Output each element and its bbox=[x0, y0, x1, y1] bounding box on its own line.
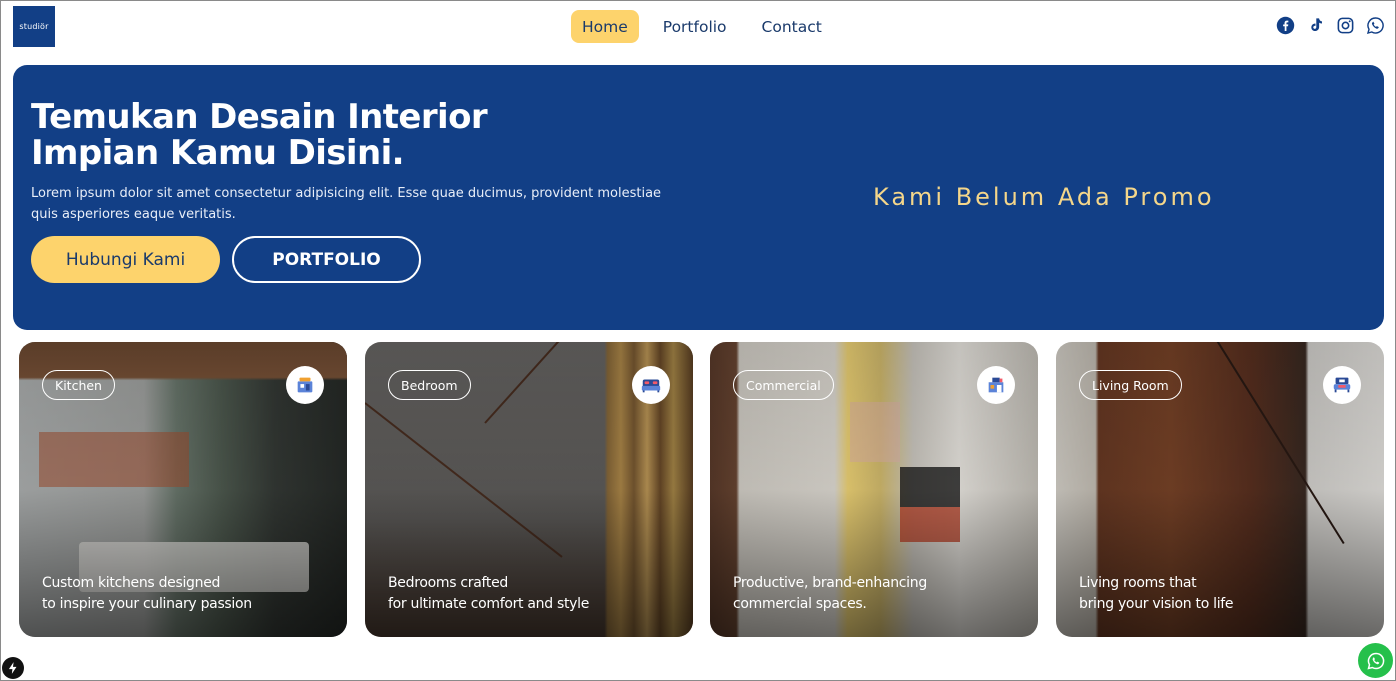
instagram-icon[interactable] bbox=[1336, 16, 1355, 35]
tiktok-icon[interactable] bbox=[1306, 16, 1325, 35]
site-header: studiör Home Portfolio Contact bbox=[1, 1, 1396, 53]
brand-logo[interactable]: studiör bbox=[13, 6, 55, 47]
whatsapp-float-button[interactable] bbox=[1358, 643, 1393, 678]
kitchen-icon bbox=[286, 366, 324, 404]
hero-title-line-2: Impian Kamu Disini. bbox=[31, 133, 405, 173]
tag-living-room[interactable]: Living Room bbox=[1079, 370, 1182, 400]
card-caption: Productive, brand-enhancing commercial s… bbox=[733, 573, 1023, 615]
bed-icon bbox=[632, 366, 670, 404]
portfolio-button[interactable]: PORTFOLIO bbox=[232, 236, 421, 283]
tag-bedroom[interactable]: Bedroom bbox=[388, 370, 471, 400]
category-card-bedroom[interactable]: Bedroom Bedrooms crafted for ultimate co… bbox=[365, 342, 693, 637]
store-icon bbox=[977, 366, 1015, 404]
tag-commercial[interactable]: Commercial bbox=[733, 370, 834, 400]
tag-kitchen[interactable]: Kitchen bbox=[42, 370, 115, 400]
caption-line-2: bring your vision to life bbox=[1079, 596, 1234, 612]
category-card-kitchen[interactable]: Kitchen Custom kitchens designed to insp… bbox=[19, 342, 347, 637]
logo-text: studiör bbox=[19, 22, 49, 31]
nav-contact[interactable]: Contact bbox=[751, 10, 833, 43]
whatsapp-icon bbox=[1366, 652, 1384, 670]
hero-description: Lorem ipsum dolor sit amet consectetur a… bbox=[31, 186, 662, 222]
nav-home[interactable]: Home bbox=[571, 10, 639, 43]
card-caption: Bedrooms crafted for ultimate comfort an… bbox=[388, 573, 678, 615]
whatsapp-icon[interactable] bbox=[1366, 16, 1385, 35]
caption-line-2: commercial spaces. bbox=[733, 596, 867, 612]
nav-portfolio[interactable]: Portfolio bbox=[652, 10, 738, 43]
card-caption: Living rooms that bring your vision to l… bbox=[1079, 573, 1369, 615]
main-nav: Home Portfolio Contact bbox=[571, 10, 846, 43]
caption-line-1: Bedrooms crafted bbox=[388, 575, 508, 591]
hero-title: Temukan Desain Interior Impian Kamu Disi… bbox=[31, 99, 591, 171]
sofa-icon bbox=[1323, 366, 1361, 404]
hero-banner: Temukan Desain Interior Impian Kamu Disi… bbox=[13, 65, 1384, 330]
facebook-icon[interactable] bbox=[1276, 16, 1295, 35]
caption-line-1: Custom kitchens designed bbox=[42, 575, 221, 591]
caption-line-2: for ultimate comfort and style bbox=[388, 596, 590, 612]
hero-title-line-1: Temukan Desain Interior bbox=[31, 97, 488, 137]
caption-line-1: Living rooms that bbox=[1079, 575, 1197, 591]
card-caption: Custom kitchens designed to inspire your… bbox=[42, 573, 332, 615]
promo-text: Kami Belum Ada Promo bbox=[873, 183, 1215, 211]
caption-line-1: Productive, brand-enhancing bbox=[733, 575, 927, 591]
category-card-commercial[interactable]: Commercial Productive, brand-enhancing c… bbox=[710, 342, 1038, 637]
contact-button[interactable]: Hubungi Kami bbox=[31, 236, 220, 283]
caption-line-2: to inspire your culinary passion bbox=[42, 596, 252, 612]
social-links bbox=[1276, 16, 1385, 35]
category-card-living-room[interactable]: Living Room Living rooms that bring your… bbox=[1056, 342, 1384, 637]
dev-indicator-icon[interactable] bbox=[2, 657, 24, 679]
